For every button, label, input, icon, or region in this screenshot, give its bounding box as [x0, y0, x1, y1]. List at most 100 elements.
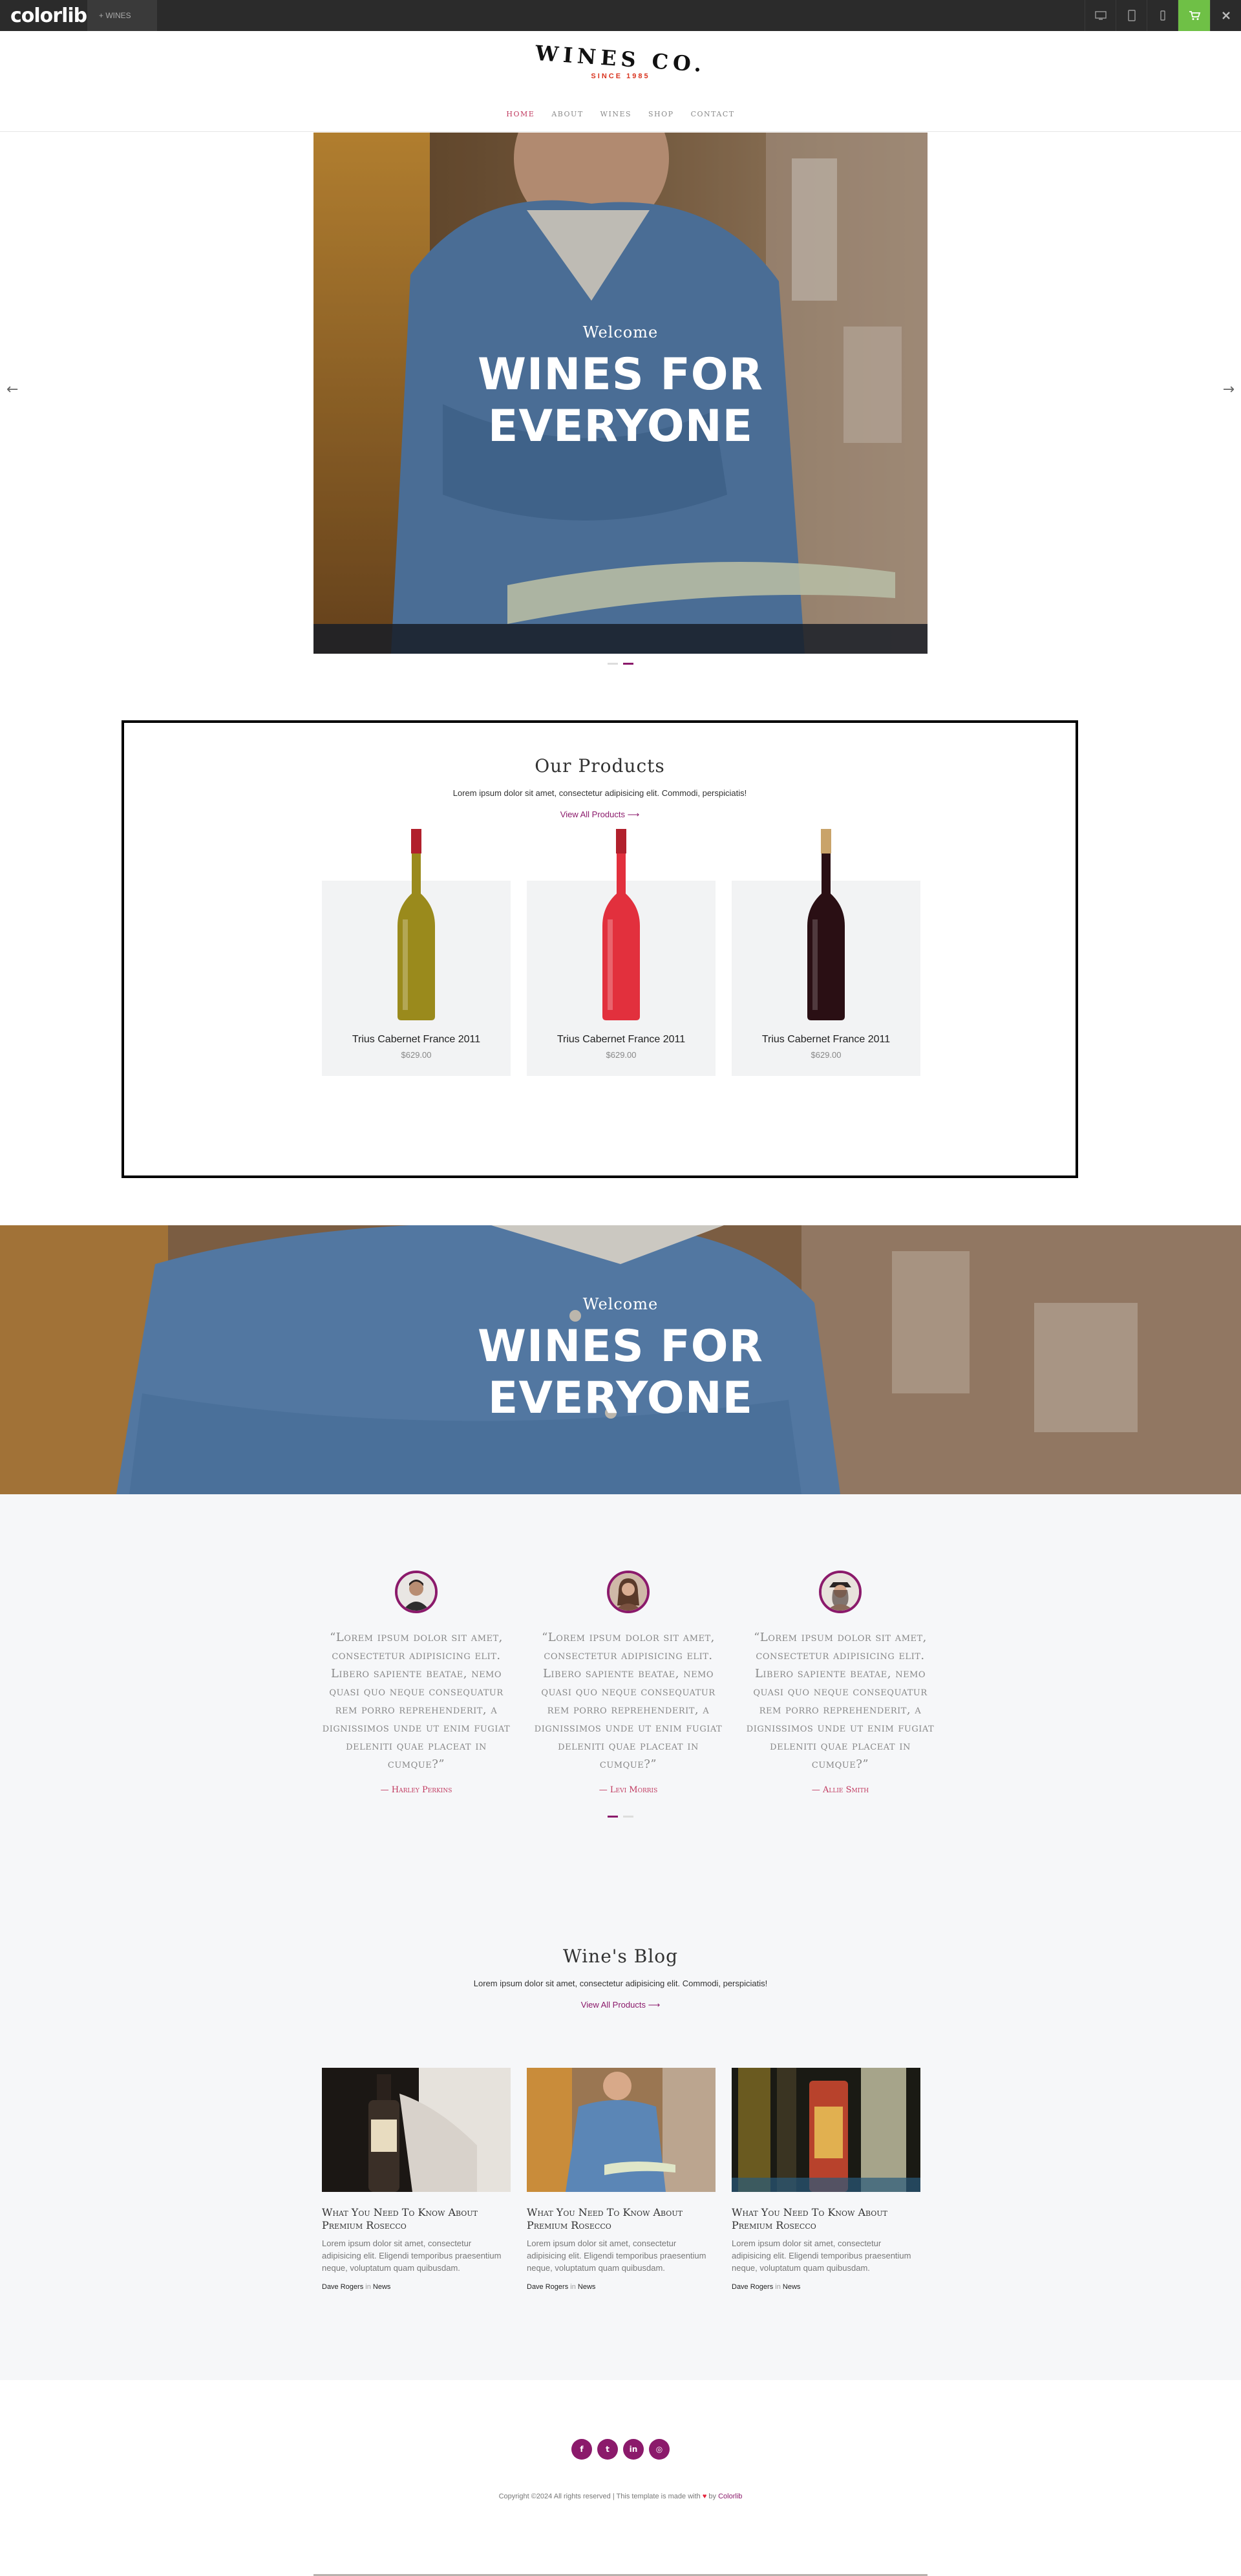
instagram-icon[interactable]: ◎ [649, 2439, 670, 2460]
brand-logo[interactable]: WINES CO. SINCE 1985 [0, 41, 1241, 80]
testimonial-card: “Lorem ipsum dolor sit amet, consectetur… [322, 1571, 511, 1795]
site-footer: f t in ◎ Copyright ©2024 All rights rese… [0, 2380, 1241, 2576]
testimonial-card: “Lorem ipsum dolor sit amet, consectetur… [746, 1571, 935, 1795]
site-header: WINES CO. SINCE 1985 HOME ABOUT WINES SH… [0, 31, 1241, 132]
slider-dot[interactable] [608, 663, 618, 665]
copyright: Copyright ©2024 All rights reserved | Th… [0, 2493, 1241, 2500]
tablet-view-button[interactable] [1116, 0, 1147, 31]
product-name: Trius Cabernet France 2011 [352, 1034, 481, 1045]
copyright-by: by [708, 2493, 717, 2500]
blog-post-excerpt: Lorem ipsum dolor sit amet, consectetur … [732, 2238, 911, 2273]
desktop-view-button[interactable] [1085, 0, 1116, 31]
avatar [607, 1571, 650, 1613]
linkedin-icon[interactable]: in [623, 2439, 644, 2460]
wine-bottle-image [602, 829, 640, 1020]
hero-title-line1: WINES FOR [478, 349, 763, 400]
blog-post-author[interactable]: Dave Rogers [527, 2283, 568, 2291]
parallax-welcome: Welcome [582, 1295, 659, 1313]
product-name: Trius Cabernet France 2011 [557, 1034, 686, 1045]
testimonial-card: “Lorem ipsum dolor sit amet, consectetur… [534, 1571, 723, 1795]
blog-post-category[interactable]: News [783, 2283, 801, 2291]
nav-contact[interactable]: CONTACT [691, 110, 735, 118]
blog-post-title[interactable]: What You Need To Know About Premium Rose… [527, 2206, 716, 2232]
products-subtitle: Lorem ipsum dolor sit amet, consectetur … [452, 788, 747, 798]
facebook-icon[interactable]: f [571, 2439, 592, 2460]
blog-post: What You Need To Know About Premium Rose… [322, 2068, 511, 2291]
heart-icon: ♥ [702, 2493, 707, 2500]
nav-wines[interactable]: WINES [600, 110, 631, 118]
products-section: Our Products Lorem ipsum dolor sit amet,… [122, 720, 1078, 1178]
hero-welcome: Welcome [582, 323, 659, 341]
blog-post-image[interactable] [322, 2068, 511, 2192]
hero-slider-dots [0, 663, 1241, 665]
blog-post-excerpt: Lorem ipsum dolor sit amet, consectetur … [322, 2238, 502, 2273]
hero-caption: Welcome WINES FOR EVERYONE [313, 323, 928, 453]
social-links: f t in ◎ [0, 2439, 1241, 2460]
blog-post-meta: Dave Rogers in News [732, 2283, 920, 2291]
twitter-icon[interactable]: t [597, 2439, 618, 2460]
close-icon [1222, 12, 1230, 19]
avatar [395, 1571, 438, 1613]
copyright-text: Copyright ©2024 All rights reserved | Th… [498, 2493, 701, 2500]
testimonials-section: “Lorem ipsum dolor sit amet, consectetur… [0, 1494, 1241, 2380]
blog-post-author[interactable]: Dave Rogers [732, 2283, 773, 2291]
theme-tab[interactable]: + WINES [87, 0, 157, 31]
brand-since: SINCE 1985 [591, 72, 650, 80]
wine-bottle-image [807, 829, 845, 1020]
blog-post-category[interactable]: News [578, 2283, 596, 2291]
blog-header: Wine's Blog Lorem ipsum dolor sit amet, … [0, 1946, 1241, 2010]
wine-bottle-image [398, 829, 435, 1020]
blog-post-category[interactable]: News [373, 2283, 391, 2291]
desktop-icon [1094, 11, 1107, 20]
nav-shop[interactable]: SHOP [648, 110, 674, 118]
avatar [819, 1571, 862, 1613]
colorlib-logo[interactable]: colorlib. [0, 0, 94, 31]
blog-post-in: in [775, 2283, 781, 2291]
mobile-view-button[interactable] [1147, 0, 1178, 31]
blog-post-in: in [365, 2283, 371, 2291]
colorlib-link[interactable]: Colorlib [718, 2493, 742, 2500]
view-all-products-link[interactable]: View All Products ⟶ [124, 810, 1076, 820]
buy-button[interactable] [1178, 0, 1210, 31]
testimonial-author: — Allie Smith [811, 1785, 869, 1795]
product-card[interactable]: Trius Cabernet France 2011 $629.00 [322, 829, 511, 1076]
blog-title: Wine's Blog [562, 1946, 679, 1967]
slider-dot-active[interactable] [623, 663, 633, 665]
blog-post-title[interactable]: What You Need To Know About Premium Rose… [322, 2206, 511, 2232]
testimonial-dots [0, 1816, 1241, 1818]
blog-post-image[interactable] [732, 2068, 920, 2192]
cart-icon [1189, 11, 1200, 20]
blog-post-image[interactable] [527, 2068, 716, 2192]
tablet-icon [1127, 10, 1136, 21]
blog-post-author[interactable]: Dave Rogers [322, 2283, 363, 2291]
nav-home[interactable]: HOME [506, 110, 535, 118]
blog-post: What You Need To Know About Premium Rose… [527, 2068, 716, 2291]
slider-prev-arrow[interactable]: ← [6, 381, 18, 398]
parallax-banner: Welcome WINES FOR EVERYONE [0, 1225, 1241, 1494]
slider-next-arrow[interactable]: → [1223, 381, 1235, 398]
products-title: Our Products [535, 755, 665, 777]
parallax-title-line1: WINES FOR [478, 1321, 763, 1372]
mobile-icon [1160, 10, 1165, 21]
product-list: Trius Cabernet France 2011 $629.00 Trius… [322, 829, 920, 1076]
blog-post-meta: Dave Rogers in News [527, 2283, 716, 2291]
product-card[interactable]: Trius Cabernet France 2011 $629.00 [732, 829, 920, 1076]
testimonial-quote: “Lorem ipsum dolor sit amet, consectetur… [322, 1631, 511, 1771]
product-price: $629.00 [401, 1050, 432, 1060]
blog-view-all-link[interactable]: View All Products ⟶ [0, 2000, 1241, 2010]
product-card[interactable]: Trius Cabernet France 2011 $629.00 [527, 829, 716, 1076]
testimonial-quote: “Lorem ipsum dolor sit amet, consectetur… [746, 1631, 935, 1771]
product-price: $629.00 [606, 1050, 637, 1060]
preview-topbar: colorlib. + WINES [0, 0, 1241, 31]
testimonial-dot-active[interactable] [608, 1816, 618, 1818]
blog-subtitle: Lorem ipsum dolor sit amet, consectetur … [473, 1979, 768, 1988]
testimonial-quote: “Lorem ipsum dolor sit amet, consectetur… [534, 1631, 723, 1771]
product-price: $629.00 [811, 1050, 842, 1060]
testimonial-author: — Levi Morris [599, 1785, 658, 1795]
parallax-caption: Welcome WINES FOR EVERYONE [0, 1295, 1241, 1424]
blog-post: What You Need To Know About Premium Rose… [732, 2068, 920, 2291]
close-preview-button[interactable] [1210, 0, 1241, 31]
nav-about[interactable]: ABOUT [551, 110, 583, 118]
blog-post-title[interactable]: What You Need To Know About Premium Rose… [732, 2206, 920, 2232]
testimonial-dot[interactable] [623, 1816, 633, 1818]
